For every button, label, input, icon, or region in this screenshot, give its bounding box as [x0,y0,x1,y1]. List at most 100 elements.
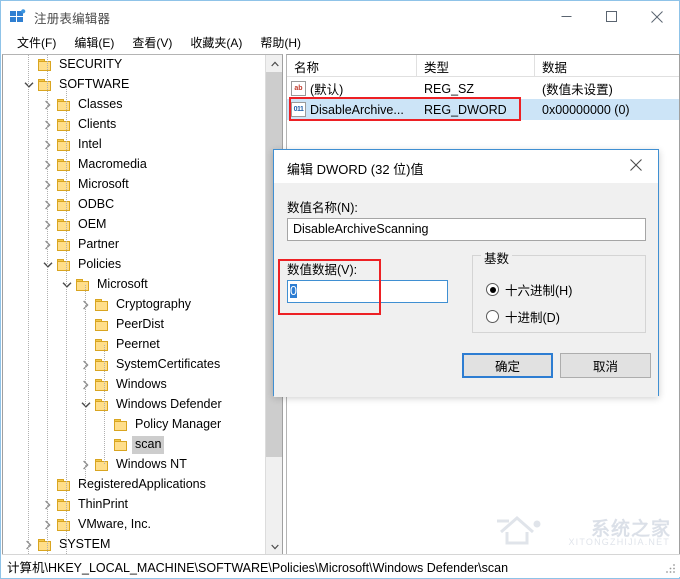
tree-item-security[interactable]: SECURITY [3,55,266,75]
folder-icon [56,517,72,533]
tree-item-label: Windows NT [116,457,187,471]
close-button[interactable] [634,1,679,32]
chevron-right-icon[interactable] [78,457,94,473]
tree-item-label: SystemCertificates [116,357,221,371]
column-header-name[interactable]: 名称 [287,55,417,77]
value-data-label: 数值数据(V): [287,263,358,277]
tree-item-microsoft[interactable]: Microsoft [3,175,266,195]
chevron-right-icon[interactable] [78,297,94,313]
dialog-close-button[interactable] [613,150,658,180]
chevron-down-icon[interactable] [21,77,37,93]
tree-item-oem[interactable]: OEM [3,215,266,235]
chevron-right-icon[interactable] [40,517,56,533]
tree-item-macromedia[interactable]: Macromedia [3,155,266,175]
tree-item-intel[interactable]: Intel [3,135,266,155]
resize-grip-icon[interactable] [665,562,677,574]
folder-icon [94,397,110,413]
radio-label-hex: 十六进制(H) [505,284,573,298]
tree-item-policies[interactable]: Policies [3,255,266,275]
tree-item-software[interactable]: SOFTWARE [3,75,266,95]
menu-help[interactable]: 帮助(H) [251,32,310,54]
tree-item-peernet[interactable]: Peernet [3,335,266,355]
tree-item-policy-manager[interactable]: Policy Manager [3,415,266,435]
value-name-input[interactable]: DisableArchiveScanning [287,218,646,241]
chevron-right-icon[interactable] [40,237,56,253]
tree-item-partner[interactable]: Partner [3,235,266,255]
table-row[interactable]: 011 DisableArchive... REG_DWORD 0x000000… [287,99,679,120]
ok-button[interactable]: 确定 [462,353,553,378]
value-data-input[interactable]: 0 [287,280,448,303]
chevron-right-icon[interactable] [40,97,56,113]
tree-item-label: SOFTWARE [59,77,130,91]
chevron-right-icon[interactable] [78,377,94,393]
value-name-cell: 011 DisableArchive... [287,99,417,120]
chevron-right-icon[interactable] [40,157,56,173]
tree-item-peerdist[interactable]: PeerDist [3,315,266,335]
radio-indicator-hex [486,283,499,296]
menu-view[interactable]: 查看(V) [123,32,181,54]
value-data-text: (数值未设置) [542,83,613,97]
scroll-up-icon[interactable] [266,55,282,72]
registry-tree[interactable]: SECURITY SOFTWARE Classes Clients Intel Macro… [3,55,266,555]
column-header-data[interactable]: 数据 [535,55,679,77]
tree-item-systemcertificates[interactable]: SystemCertificates [3,355,266,375]
tree-item-label: Policy Manager [135,417,222,431]
maximize-button[interactable] [589,1,634,32]
tree-item-label: Partner [78,237,119,251]
tree-item-label: Windows [116,377,167,391]
tree-item-odbc[interactable]: ODBC [3,195,266,215]
tree-item-vmware-inc[interactable]: VMware, Inc. [3,515,266,535]
tree-item-windows[interactable]: Windows [3,375,266,395]
scroll-down-icon[interactable] [266,538,282,555]
tree-item-clients[interactable]: Clients [3,115,266,135]
chevron-right-icon[interactable] [40,497,56,513]
column-header-type[interactable]: 类型 [417,55,535,77]
table-row[interactable]: ab (默认) REG_SZ (数值未设置) [287,78,679,99]
value-data-text: 0 [290,284,297,298]
chevron-down-icon[interactable] [59,277,75,293]
tree-item-label: ThinPrint [78,497,129,511]
string-value-icon: ab [291,81,306,96]
chevron-right-icon[interactable] [40,117,56,133]
tree-guide-line [47,55,48,555]
tree-item-label: ODBC [78,197,115,211]
tree-guide-line [66,85,67,555]
chevron-right-icon[interactable] [40,137,56,153]
tree-item-registeredapplications[interactable]: RegisteredApplications [3,475,266,495]
dword-value-icon: 011 [291,102,306,117]
folder-icon [37,57,53,73]
chevron-down-icon[interactable] [78,397,94,413]
tree-guide-line [28,55,29,555]
folder-icon [56,237,72,253]
menu-edit[interactable]: 编辑(E) [65,32,123,54]
chevron-right-icon[interactable] [40,177,56,193]
folder-icon [94,377,110,393]
status-bar: 计算机\HKEY_LOCAL_MACHINE\SOFTWARE\Policies… [2,554,680,577]
tree-item-system[interactable]: SYSTEM [3,535,266,555]
tree-item-cryptography[interactable]: Cryptography [3,295,266,315]
tree-item-windows-nt[interactable]: Windows NT [3,455,266,475]
tree-expander-placeholder [97,437,113,453]
menu-file[interactable]: 文件(F) [8,32,65,54]
chevron-right-icon[interactable] [21,537,37,553]
tree-item-microsoft[interactable]: Microsoft [3,275,266,295]
folder-icon [37,77,53,93]
chevron-right-icon[interactable] [78,357,94,373]
radio-hexadecimal[interactable]: 十六进制(H) [486,280,572,299]
minimize-button[interactable] [544,1,589,32]
folder-icon [94,357,110,373]
tree-item-thinprint[interactable]: ThinPrint [3,495,266,515]
chevron-right-icon[interactable] [40,217,56,233]
chevron-right-icon[interactable] [40,197,56,213]
menu-favorites[interactable]: 收藏夹(A) [181,32,251,54]
folder-icon [56,97,72,113]
folder-icon [94,317,110,333]
cancel-button[interactable]: 取消 [560,353,651,378]
folder-icon [56,257,72,273]
radio-decimal[interactable]: 十进制(D) [486,307,560,326]
tree-item-classes[interactable]: Classes [3,95,266,115]
tree-item-label: SECURITY [59,57,123,71]
tree-item-windows-defender[interactable]: Windows Defender [3,395,266,415]
tree-item-scan[interactable]: scan [3,435,266,455]
chevron-down-icon[interactable] [40,257,56,273]
